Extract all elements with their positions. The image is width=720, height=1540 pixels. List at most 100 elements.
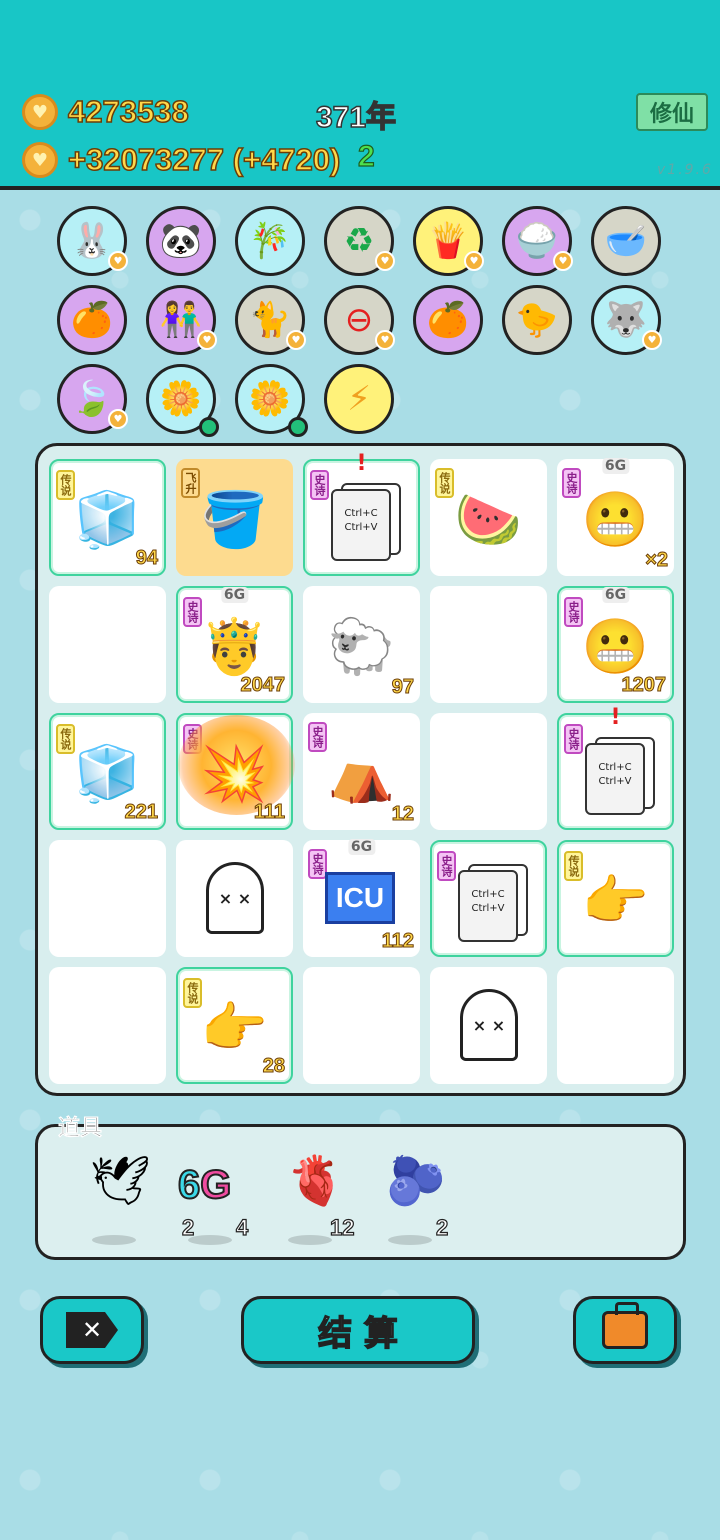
heart-badge-icon: ♥: [375, 330, 395, 350]
board-cell[interactable]: 传说 🧊 221: [49, 713, 166, 830]
item-count: 221: [124, 801, 158, 824]
board-cell[interactable]: ! 史诗 Ctrl+C Ctrl+V: [303, 451, 420, 576]
dog-bowl-icon[interactable]: 🥣: [591, 206, 661, 276]
fridge-icon: 🧊: [73, 741, 142, 805]
liver-icon: 🫀: [286, 1153, 346, 1209]
board-cell[interactable]: 史诗 💥 111: [176, 713, 295, 830]
panda-icon[interactable]: 🐼: [146, 206, 216, 276]
green-dot-icon: [199, 417, 219, 437]
board-cell[interactable]: 史诗 Ctrl+C Ctrl+V: [430, 840, 547, 957]
year-counter: 371年: [315, 100, 397, 135]
leaf-icon[interactable]: 🍃 ♥: [57, 364, 128, 434]
copy-label: Ctrl+C: [471, 889, 505, 900]
board-cell[interactable]: 传说 👉: [557, 840, 674, 957]
prop-count: 12: [329, 1214, 355, 1240]
cat-bed-icon[interactable]: 🐈 ♥: [235, 285, 306, 355]
board-cell[interactable]: 6G 史诗 😬 ×2: [557, 458, 674, 576]
board-cell[interactable]: 传说 👉 28: [176, 967, 293, 1084]
rabbit-tent-icon: ⛺: [327, 741, 396, 805]
heart-badge-icon: ♥: [108, 409, 128, 429]
header-bar: ♥ 4273538 371年 修仙 ♥ +32073277 (+4720) 2 …: [0, 0, 720, 190]
pomelo-icon[interactable]: 🍊: [57, 285, 127, 355]
board-cell-empty[interactable]: [557, 967, 674, 1084]
epic-tag: 史诗: [564, 597, 583, 627]
bamboo-icon[interactable]: 🎋: [235, 206, 305, 276]
board-cell[interactable]: 传说 🍉: [430, 459, 547, 576]
prop-blueberry[interactable]: 🫐 2: [378, 1157, 458, 1247]
board-cell-empty[interactable]: [49, 840, 166, 957]
fries-icon[interactable]: 🍟 ♥: [413, 206, 484, 276]
board-cell[interactable]: × ×: [430, 967, 547, 1084]
couple-icon[interactable]: 👫 ♥: [146, 285, 217, 355]
chick-icon[interactable]: 🐤: [502, 285, 572, 355]
rice-bowl-icon[interactable]: 🍚 ♥: [502, 206, 573, 276]
board-cell[interactable]: 传说 🧊 94: [49, 459, 166, 576]
bag-button[interactable]: [573, 1296, 677, 1364]
version-label: v1.9.6: [657, 162, 713, 178]
item-count: 2047: [240, 674, 285, 697]
paste-label: Ctrl+V: [471, 903, 505, 914]
copy-card: Ctrl+C Ctrl+V: [585, 743, 645, 815]
pomelo-icon[interactable]: 🍊: [413, 285, 483, 355]
exit-button[interactable]: ✕: [40, 1296, 144, 1364]
item-count: 28: [262, 1055, 285, 1078]
item-count: 1207: [621, 674, 666, 697]
epic-tag: 史诗: [308, 722, 327, 752]
watermelon-icon: 🍉: [454, 487, 523, 551]
board-cell-empty[interactable]: [430, 586, 547, 703]
legend-tag: 传说: [183, 978, 202, 1008]
recycle-icon[interactable]: ♻ ♥: [324, 206, 395, 276]
epic-tag: 史诗: [183, 597, 202, 627]
six-g-badge: 6G: [601, 458, 630, 474]
copy-label: Ctrl+C: [344, 508, 378, 519]
board-cell[interactable]: 6G 史诗 ICU 112: [303, 839, 420, 957]
heart-badge-icon: ♥: [464, 251, 484, 271]
ghost-icon: × ×: [206, 862, 264, 934]
settle-button[interactable]: 结 算: [241, 1296, 475, 1364]
crowned-hand-icon: 👉: [200, 995, 269, 1059]
alert-icon: !: [610, 705, 621, 730]
board-cell[interactable]: 飞升 🪣: [176, 459, 293, 576]
flower-pot-icon[interactable]: 🌼: [146, 364, 219, 437]
board-cell-empty[interactable]: [49, 586, 166, 703]
board-cell[interactable]: 6G 史诗 🤴 2047: [176, 586, 293, 703]
item-count: 111: [253, 801, 285, 824]
six-g-icon: 6G: [177, 1162, 232, 1208]
prop-6g[interactable]: 6G 4: [177, 1157, 258, 1247]
cultivate-button[interactable]: 修仙: [636, 93, 708, 131]
six-g-badge: 6G: [347, 839, 376, 855]
board-cell[interactable]: 6G 史诗 😬 1207: [557, 586, 674, 703]
board-cell-empty[interactable]: [49, 967, 166, 1084]
board-cell-empty[interactable]: [303, 967, 420, 1084]
crowned-face-icon: 🤴: [200, 614, 269, 678]
prop-count: 2: [435, 1214, 449, 1240]
flower-pot-icon[interactable]: 🌼: [235, 364, 308, 437]
prop-shadow: [188, 1235, 232, 1245]
board-cell[interactable]: 史诗 ⛺ 12: [303, 713, 420, 830]
prop-pigeon[interactable]: 🕊 2: [82, 1157, 195, 1247]
prop-count: 4: [235, 1214, 249, 1240]
minus-icon[interactable]: ⊖ ♥: [324, 285, 395, 355]
board-cell[interactable]: ! 史诗 Ctrl+C Ctrl+V: [557, 705, 674, 830]
rabbit-icon[interactable]: 🐰 ♥: [57, 206, 128, 276]
lightning-icon[interactable]: ⚡: [324, 364, 394, 434]
legend-tag: 传说: [56, 470, 75, 500]
coin-rate-heart-icon: ♥: [22, 142, 58, 178]
props-title: 道具: [58, 1116, 103, 1142]
legend-tag: 传说: [435, 468, 454, 498]
board-cell[interactable]: × ×: [176, 840, 293, 957]
merge-board: 传说 🧊 94 飞升 🪣 ! 史诗 Ctrl+C Ctrl+V 传说 🍉 6G …: [35, 443, 686, 1096]
epic-tag: 史诗: [562, 468, 581, 498]
green-dot-icon: [288, 417, 308, 437]
legend-tag: 传说: [564, 851, 583, 881]
board-cell-empty[interactable]: [430, 713, 547, 830]
ascend-tag: 飞升: [181, 468, 200, 498]
board-cell[interactable]: 🐑 97: [303, 586, 420, 703]
bucket-icon: 🪣: [200, 487, 269, 551]
prop-liver[interactable]: 🫀 12: [278, 1157, 358, 1247]
prop-shadow: [388, 1235, 432, 1245]
blueberry-icon: 🫐: [386, 1153, 446, 1209]
six-g-badge: 6G: [601, 587, 630, 603]
item-count: 112: [381, 930, 414, 953]
husky-icon[interactable]: 🐺 ♥: [591, 285, 662, 355]
